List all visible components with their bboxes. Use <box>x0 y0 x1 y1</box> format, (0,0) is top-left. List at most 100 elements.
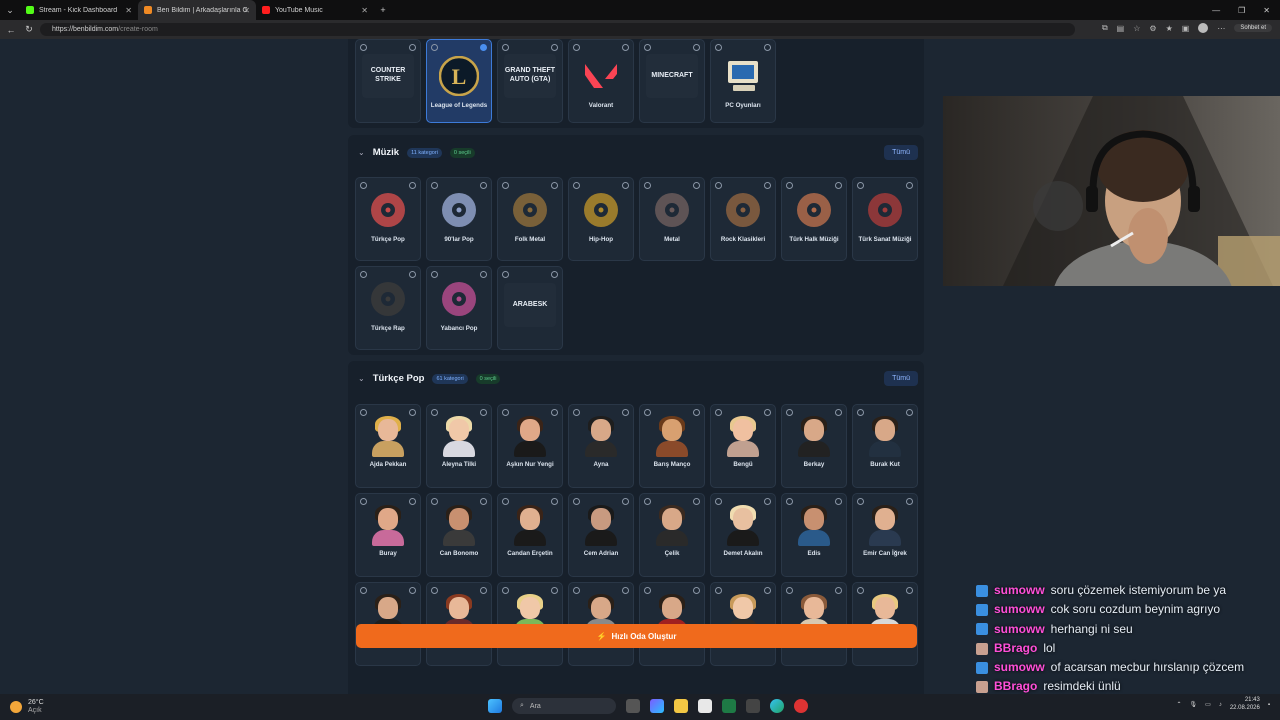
file-explorer-icon[interactable] <box>674 699 688 713</box>
info-icon[interactable] <box>786 498 793 505</box>
select-radio[interactable] <box>835 182 842 189</box>
turkce-pop-section-header[interactable]: ⌄ Türkçe Pop 61 kategori 0 seçili <box>358 373 501 384</box>
info-icon[interactable] <box>786 587 793 594</box>
info-icon[interactable] <box>857 409 864 416</box>
info-icon[interactable] <box>644 409 651 416</box>
music-card-turk-sanat-muzigi[interactable]: Türk Sanat Müziği <box>852 177 918 261</box>
select-radio[interactable] <box>622 182 629 189</box>
artist-card-can-bonomo[interactable]: Can Bonomo <box>426 493 492 577</box>
clock[interactable]: 21:43 22.08.2026 <box>1230 697 1260 713</box>
close-window-icon[interactable]: ✕ <box>1263 6 1270 15</box>
info-icon[interactable] <box>573 409 580 416</box>
select-radio[interactable] <box>906 409 913 416</box>
app-icon[interactable] <box>746 699 760 713</box>
artist-card-emir-can-igrek[interactable]: Emir Can İğrek <box>852 493 918 577</box>
network-icon[interactable]: ▭ <box>1205 701 1211 708</box>
select-radio[interactable] <box>835 409 842 416</box>
info-icon[interactable] <box>857 182 864 189</box>
music-card-folk-metal[interactable]: Folk Metal <box>497 177 563 261</box>
info-icon[interactable] <box>360 271 367 278</box>
microphone-icon[interactable]: 🎙 <box>1190 701 1198 708</box>
artist-card-edis[interactable]: Edis <box>781 493 847 577</box>
music-section-header[interactable]: ⌄ Müzik 11 kategori 0 seçili <box>358 147 475 158</box>
info-icon[interactable] <box>644 498 651 505</box>
recording-app-icon[interactable] <box>794 699 808 713</box>
artist-card-demet-akal-n[interactable]: Demet Akalın <box>710 493 776 577</box>
info-icon[interactable] <box>431 182 438 189</box>
chevron-down-icon[interactable]: ⌄ <box>358 374 365 383</box>
minimize-icon[interactable]: — <box>1212 6 1220 15</box>
reload-icon[interactable]: ↻ <box>20 24 38 35</box>
select-radio[interactable] <box>480 182 487 189</box>
turkce-pop-all-button[interactable]: Tümü <box>884 371 918 386</box>
close-tab-icon[interactable]: ✕ <box>243 6 250 15</box>
music-card-turkce-rap[interactable]: Türkçe Rap <box>355 266 421 350</box>
info-icon[interactable] <box>857 498 864 505</box>
info-icon[interactable] <box>786 182 793 189</box>
info-icon[interactable] <box>573 498 580 505</box>
artist-card-cem-adrian[interactable]: Cem Adrian <box>568 493 634 577</box>
info-icon[interactable] <box>715 182 722 189</box>
music-card-metal[interactable]: Metal <box>639 177 705 261</box>
info-icon[interactable] <box>502 498 509 505</box>
game-card-grand-theft-auto-gta[interactable]: GRAND THEFT AUTO (GTA) <box>497 39 563 123</box>
taskbar-search[interactable]: ⌕ Ara <box>512 698 616 714</box>
info-icon[interactable] <box>502 409 509 416</box>
info-icon[interactable] <box>431 271 438 278</box>
select-radio[interactable] <box>622 587 629 594</box>
artist-card-ayna[interactable]: Ayna <box>568 404 634 488</box>
info-icon[interactable] <box>431 44 438 51</box>
select-radio[interactable] <box>480 498 487 505</box>
weather-widget[interactable]: 26°C Açık <box>10 699 44 716</box>
url-field[interactable]: https://benbildim.com/create-room <box>40 23 1075 36</box>
artist-card-burak-kut[interactable]: Burak Kut <box>852 404 918 488</box>
task-view-icon[interactable] <box>626 699 640 713</box>
copilot-chat-button[interactable]: Sohbet et <box>1234 24 1272 32</box>
select-radio[interactable] <box>480 587 487 594</box>
artist-card-ask-n-nur-yengi[interactable]: Aşkın Nur Yengi <box>497 404 563 488</box>
info-icon[interactable] <box>502 271 509 278</box>
copilot-icon[interactable] <box>650 699 664 713</box>
select-radio[interactable] <box>551 587 558 594</box>
volume-icon[interactable]: ♪ <box>1219 702 1222 708</box>
info-icon[interactable] <box>715 587 722 594</box>
info-icon[interactable] <box>715 409 722 416</box>
info-icon[interactable] <box>502 587 509 594</box>
select-radio[interactable] <box>764 409 771 416</box>
select-radio[interactable] <box>409 587 416 594</box>
select-radio[interactable] <box>622 44 629 51</box>
info-icon[interactable] <box>360 587 367 594</box>
info-icon[interactable] <box>431 498 438 505</box>
select-radio[interactable] <box>906 182 913 189</box>
info-icon[interactable] <box>360 182 367 189</box>
select-radio[interactable] <box>764 587 771 594</box>
select-radio[interactable] <box>480 44 487 51</box>
extensions-icon[interactable]: ⚙ <box>1149 24 1156 33</box>
more-icon[interactable]: ⋯ <box>1217 24 1225 33</box>
select-radio[interactable] <box>551 44 558 51</box>
windows-start-icon[interactable] <box>488 699 502 713</box>
install-app-icon[interactable]: ⧉ <box>1102 23 1108 33</box>
browser-tab-stream-kick-dashboard[interactable]: Stream - Kick Dashboard ✕ <box>20 0 138 20</box>
game-card-league-of-legends[interactable]: L League of Legends <box>426 39 492 123</box>
edge-browser-icon[interactable] <box>770 699 784 713</box>
favorite-star-icon[interactable]: ☆ <box>1133 24 1140 33</box>
close-tab-icon[interactable]: ✕ <box>125 6 132 15</box>
select-radio[interactable] <box>551 409 558 416</box>
info-icon[interactable] <box>360 409 367 416</box>
info-icon[interactable] <box>644 587 651 594</box>
artist-card-celik[interactable]: Çelik <box>639 493 705 577</box>
info-icon[interactable] <box>431 409 438 416</box>
select-radio[interactable] <box>906 498 913 505</box>
select-radio[interactable] <box>693 587 700 594</box>
music-card-arabesk[interactable]: ARABESK <box>497 266 563 350</box>
artist-card-bar-s-manco[interactable]: Barış Manço <box>639 404 705 488</box>
select-radio[interactable] <box>409 182 416 189</box>
info-icon[interactable] <box>644 44 651 51</box>
info-icon[interactable] <box>715 498 722 505</box>
reader-icon[interactable]: ▤ <box>1117 24 1125 33</box>
quick-create-room-button[interactable]: ⚡ Hızlı Oda Oluştur <box>356 624 917 648</box>
select-radio[interactable] <box>693 498 700 505</box>
favorites-icon[interactable]: ★ <box>1166 24 1173 33</box>
notification-icon[interactable]: ▪ <box>1268 702 1270 708</box>
